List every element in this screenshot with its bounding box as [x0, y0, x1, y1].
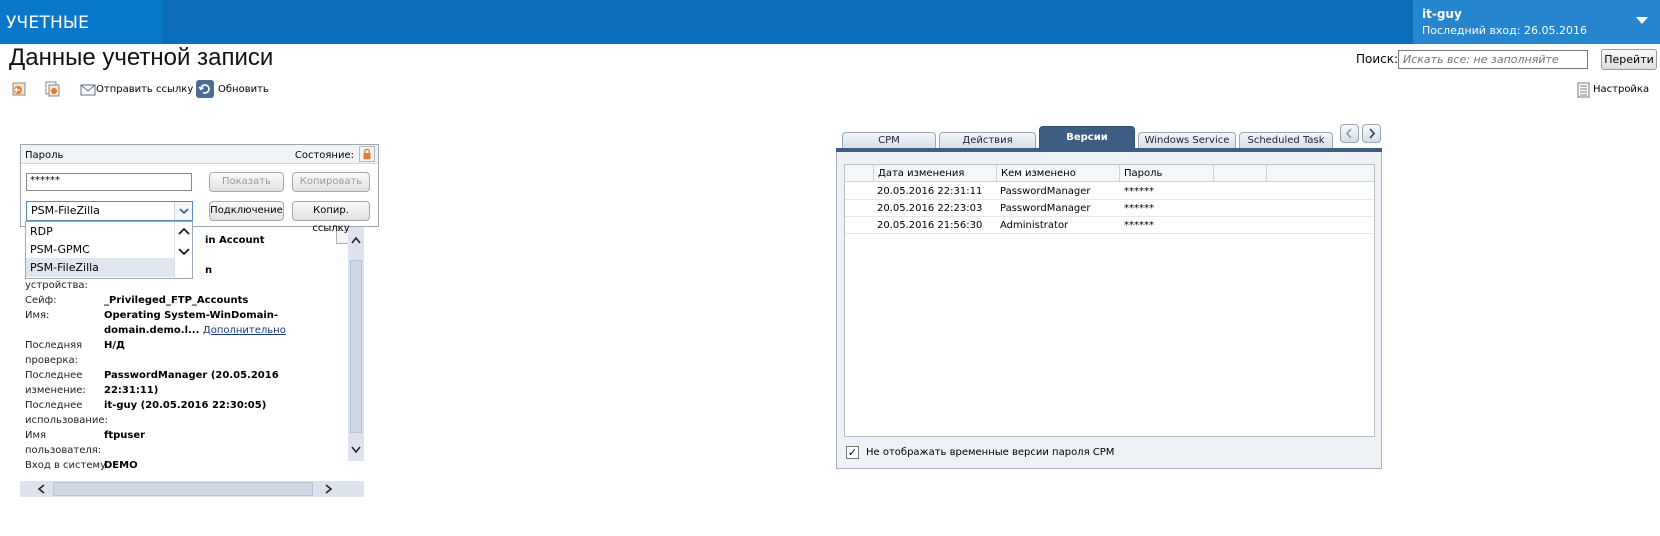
name-label: Имя: [25, 310, 50, 321]
connection-selected-value: PSM-FileZilla [31, 204, 100, 217]
mail-icon[interactable] [80, 82, 96, 98]
row-changed-by: Administrator [1000, 220, 1069, 231]
tab-actions[interactable]: Действия [939, 132, 1036, 148]
tab-strip: CPM Действия Версии Windows Service Sche… [836, 126, 1382, 150]
col-changed-by[interactable]: Кем изменено [996, 165, 1119, 182]
go-button[interactable]: Перейти [1601, 49, 1657, 70]
top-bar: УЧЕТНЫЕ ЗАПИСИ it-guy Последний вход: 26… [0, 0, 1660, 79]
table-row[interactable]: 20.05.2016 21:56:30 Administrator ****** [845, 217, 1374, 234]
chevron-right-icon [1369, 128, 1376, 139]
connect-button[interactable]: Подключение [209, 201, 284, 221]
logon-label: Вход в систему [25, 460, 106, 471]
scroll-up-icon[interactable] [351, 236, 361, 244]
name-value-line1: Operating System-WinDomain- [104, 310, 279, 321]
scroll-right-icon[interactable] [325, 484, 333, 494]
logon-value: DEMO [104, 460, 138, 471]
password-panel-header: Пароль Состояние: [21, 145, 378, 164]
device-label: устройства: [25, 280, 88, 291]
last-change-label: Последнее изменение: [25, 370, 86, 396]
name-value-line2: domain.demo.l... Дополнительно [104, 323, 330, 338]
row-password: ****** [1124, 220, 1154, 231]
tabs-next-button[interactable] [1362, 124, 1381, 143]
dropdown-scrollbar[interactable] [174, 222, 192, 278]
last-login: Последний вход: 26.05.2016 [1422, 24, 1587, 37]
user-name: it-guy [1422, 7, 1462, 21]
show-password-button[interactable]: Показать [209, 172, 284, 192]
horizontal-scrollbar[interactable] [20, 481, 364, 497]
copy-account-icon[interactable] [44, 81, 60, 97]
scroll-down-icon[interactable] [178, 248, 190, 256]
table-row[interactable]: 20.05.2016 22:31:11 PasswordManager ****… [845, 183, 1374, 200]
details-partial-value-2: n [205, 265, 213, 276]
tab-windows-service[interactable]: Windows Service [1138, 132, 1236, 148]
lock-icon[interactable] [359, 146, 375, 162]
last-use-label: Последнее использование: [25, 400, 108, 426]
state-label: Состояние: [294, 150, 354, 161]
hide-temp-versions-label: Не отображать временные версии пароля CP… [866, 447, 1115, 458]
col-empty-2 [1266, 165, 1374, 182]
hide-temp-versions-checkbox[interactable]: ✓ [846, 446, 859, 459]
page-title: Данные учетной записи [9, 44, 274, 71]
row-password: ****** [1124, 203, 1154, 214]
search-label: Поиск: [1356, 52, 1399, 66]
send-link-button[interactable]: Отправить ссылку [96, 84, 193, 95]
chevron-left-icon [1345, 128, 1352, 139]
dropdown-option-psm-gpmc[interactable]: PSM-GPMC [26, 240, 174, 259]
chevron-down-icon[interactable] [1636, 17, 1648, 24]
scroll-left-icon[interactable] [37, 484, 45, 494]
copy-link-button[interactable]: Копир. ссылку [292, 201, 370, 234]
name-value-truncated: domain.demo.l... [104, 325, 200, 336]
user-menu[interactable]: it-guy Последний вход: 26.05.2016 [1413, 0, 1660, 44]
table-header: Дата изменения Кем изменено Пароль [845, 165, 1374, 182]
tabs-prev-button[interactable] [1340, 124, 1359, 143]
scroll-up-icon[interactable] [178, 227, 190, 235]
row-changed-by: PasswordManager [1000, 203, 1091, 214]
password-panel: Пароль Состояние: ****** Показать Копиро… [20, 144, 379, 234]
vertical-scrollbar[interactable] [348, 227, 364, 461]
row-date: 20.05.2016 22:23:03 [877, 203, 983, 214]
search-input[interactable] [1398, 50, 1588, 69]
connection-dropdown-list[interactable]: RDP PSM-GPMC PSM-FileZilla [25, 221, 193, 279]
horizontal-scroll-thumb[interactable] [53, 482, 313, 496]
versions-table: Дата изменения Кем изменено Пароль 20.05… [844, 164, 1375, 437]
table-row[interactable]: 20.05.2016 22:23:03 PasswordManager ****… [845, 200, 1374, 217]
tab-versions[interactable]: Версии [1039, 126, 1135, 150]
row-changed-by: PasswordManager [1000, 186, 1091, 197]
password-label: Пароль [25, 150, 64, 161]
last-use-value: it-guy (20.05.2016 22:30:05) [104, 400, 267, 411]
row-date: 20.05.2016 22:31:11 [877, 186, 983, 197]
dropdown-option-psm-filezilla[interactable]: PSM-FileZilla [26, 258, 192, 277]
safe-value: _Privileged_FTP_Accounts [104, 295, 249, 306]
tab-cpm[interactable]: CPM [842, 132, 936, 148]
safe-label: Сейф: [25, 295, 57, 306]
more-link[interactable]: Дополнительно [203, 325, 286, 336]
settings-icon[interactable] [1576, 82, 1592, 98]
username-value: ftpuser [104, 430, 146, 441]
app-title[interactable]: УЧЕТНЫЕ ЗАПИСИ [0, 0, 162, 79]
last-check-value: Н/Д [104, 340, 125, 351]
col-empty-1 [1213, 165, 1266, 182]
refresh-icon[interactable] [196, 80, 214, 98]
row-date: 20.05.2016 21:56:30 [877, 220, 983, 231]
password-field[interactable]: ****** [26, 173, 192, 191]
col-date[interactable]: Дата изменения [873, 165, 996, 182]
back-icon[interactable] [11, 81, 27, 97]
copy-password-button[interactable]: Копировать [292, 172, 370, 192]
connection-select[interactable]: PSM-FileZilla [26, 201, 193, 221]
col-password[interactable]: Пароль [1119, 165, 1213, 182]
last-change-value: PasswordManager (20.05.2016 22:31:11) [104, 370, 279, 396]
username-label: Имя пользователя: [25, 430, 102, 456]
dropdown-option-rdp[interactable]: RDP [26, 222, 174, 241]
refresh-button[interactable]: Обновить [218, 84, 269, 95]
scroll-down-icon[interactable] [351, 446, 361, 454]
chevron-down-icon[interactable] [174, 202, 192, 220]
tab-scheduled-task[interactable]: Scheduled Task [1239, 132, 1333, 148]
settings-button[interactable]: Настройка [1593, 84, 1649, 95]
vertical-scroll-thumb[interactable] [350, 260, 362, 433]
row-password: ****** [1124, 186, 1154, 197]
last-check-label: Последняя проверка: [25, 340, 83, 366]
